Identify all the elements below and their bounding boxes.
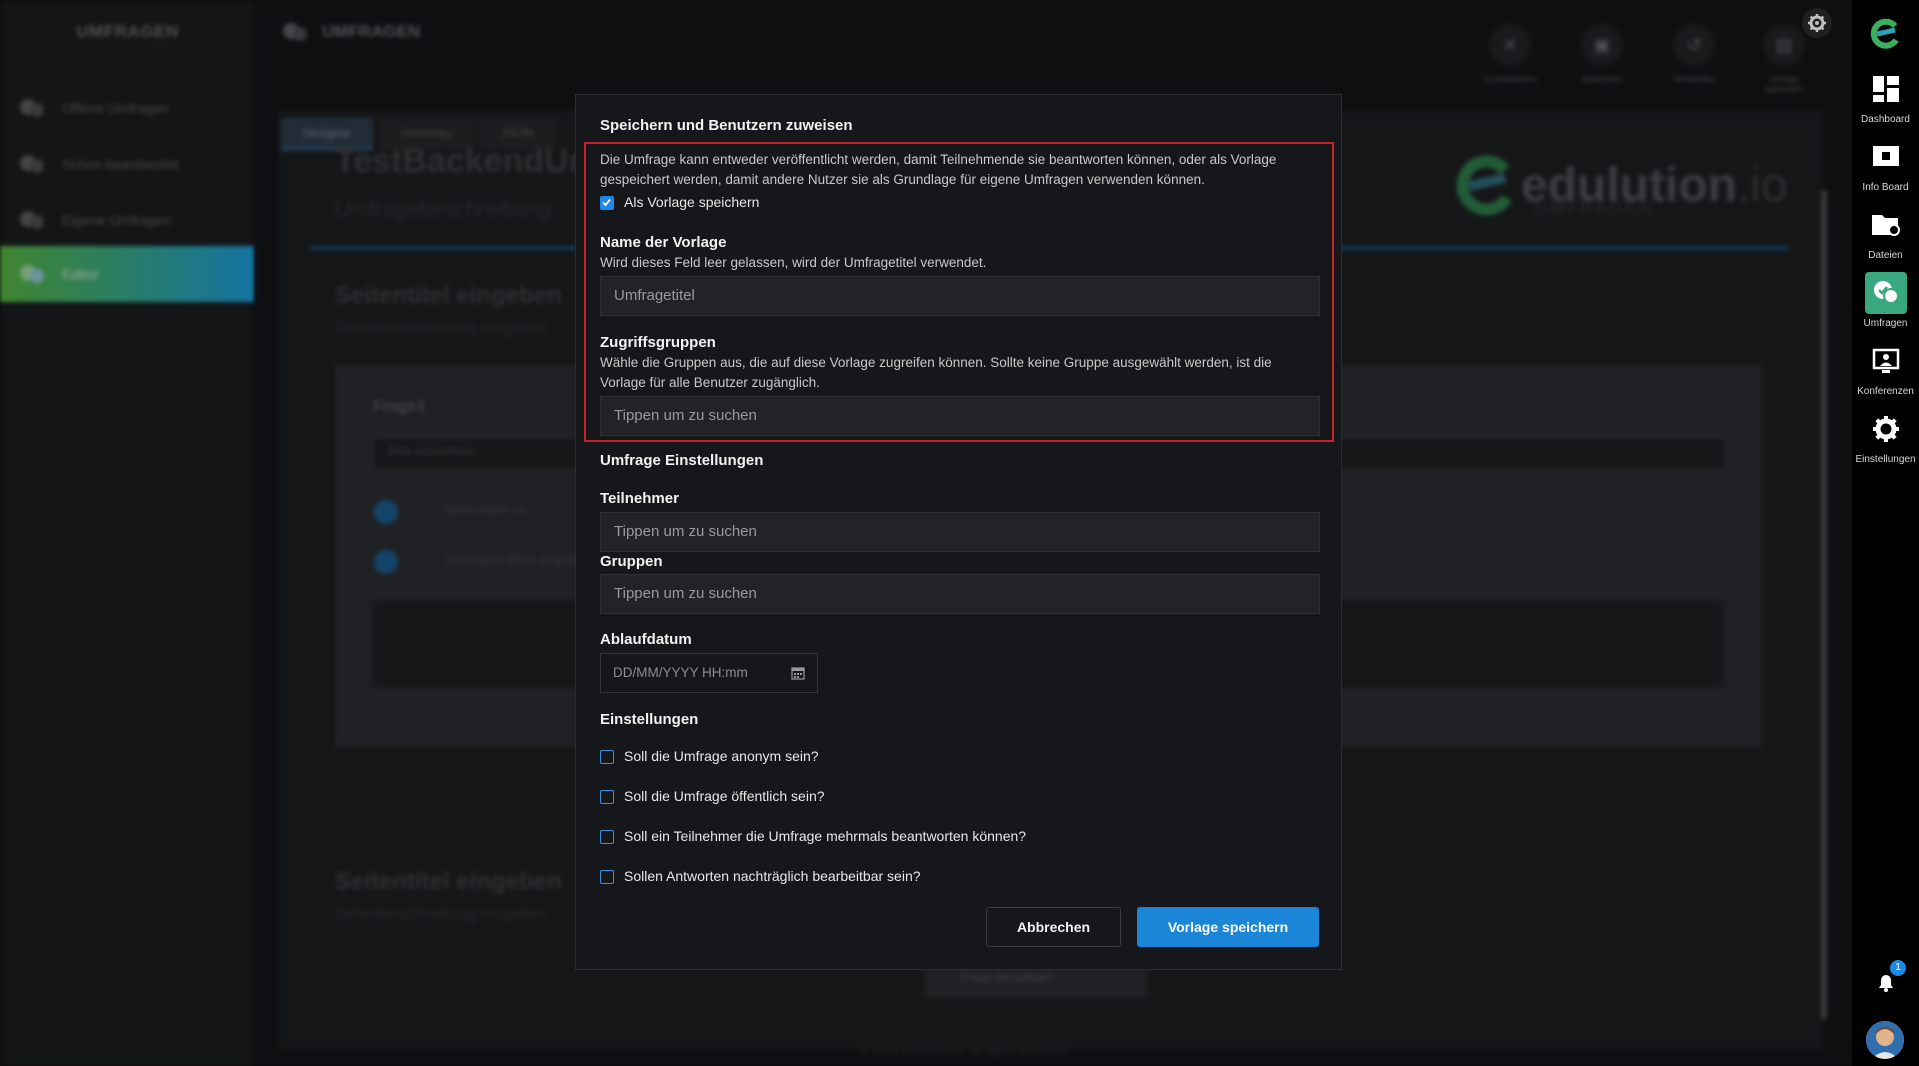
edulution-logo-icon[interactable] — [1870, 16, 1900, 55]
info-board-icon — [1865, 136, 1907, 178]
nav-files[interactable]: Dateien — [1852, 204, 1919, 261]
nav-label: Info Board — [1862, 182, 1909, 193]
multiple-answers-label: Soll ein Teilnehmer die Umfrage mehrmals… — [624, 828, 1027, 844]
gear-icon — [1865, 408, 1907, 450]
nav-label: Dateien — [1868, 250, 1903, 261]
expiry-placeholder: DD/MM/YYYY HH:mm — [613, 665, 748, 680]
template-name-hint: Wird dieses Feld leer gelassen, wird der… — [600, 255, 987, 270]
save-as-template-checkbox[interactable] — [600, 196, 614, 210]
surveys-icon — [1864, 272, 1907, 314]
notification-badge: 1 — [1890, 960, 1906, 976]
nav-label: Einstellungen — [1855, 454, 1916, 465]
template-name-label: Name der Vorlage — [600, 234, 727, 251]
participants-input[interactable]: Tippen um zu suchen — [600, 512, 1320, 552]
nav-label: Konferenzen — [1857, 386, 1914, 397]
calendar-icon[interactable] — [791, 666, 805, 680]
access-groups-hint: Wähle die Gruppen aus, die auf diese Vor… — [600, 355, 1272, 390]
nav-label: Dashboard — [1861, 114, 1910, 125]
anonymous-checkbox[interactable] — [600, 750, 614, 764]
save-template-button[interactable]: Vorlage speichern — [1137, 907, 1319, 947]
conference-icon — [1865, 340, 1907, 382]
nav-info-board[interactable]: Info Board — [1852, 136, 1919, 193]
nav-settings[interactable]: Einstellungen — [1852, 408, 1919, 465]
editable-answers-checkbox[interactable] — [600, 870, 614, 884]
cancel-button[interactable]: Abbrechen — [986, 907, 1121, 947]
save-assign-dialog: Speichern und Benutzern zuweisen Die Umf… — [575, 94, 1342, 970]
folder-icon — [1865, 204, 1907, 246]
avatar[interactable] — [1866, 1021, 1904, 1059]
public-label: Soll die Umfrage öffentlich sein? — [624, 788, 825, 804]
editable-answers-label: Sollen Antworten nachträglich bearbeitba… — [624, 868, 921, 884]
multiple-answers-checkbox[interactable] — [600, 830, 614, 844]
access-groups-label: Zugriffsgruppen — [600, 334, 716, 351]
right-sidebar: Dashboard Info Board Dateien Umfragen Ko… — [1852, 0, 1919, 1066]
nav-label: Umfragen — [1863, 318, 1908, 329]
dialog-title: Speichern und Benutzern zuweisen — [600, 117, 853, 134]
groups-label: Gruppen — [600, 553, 663, 570]
save-as-template-label: Als Vorlage speichern — [624, 194, 760, 210]
participants-label: Teilnehmer — [600, 490, 679, 507]
expiry-date-input[interactable]: DD/MM/YYYY HH:mm — [600, 653, 818, 693]
check-icon — [602, 198, 611, 207]
template-name-input[interactable]: Umfragetitel — [600, 276, 1320, 316]
access-groups-input[interactable]: Tippen um zu suchen — [600, 396, 1320, 436]
nav-conferences[interactable]: Konferenzen — [1852, 340, 1919, 397]
expiry-label: Ablaufdatum — [600, 631, 692, 648]
nav-surveys[interactable]: Umfragen — [1852, 272, 1919, 329]
groups-input[interactable]: Tippen um zu suchen — [600, 574, 1320, 614]
dialog-intro-text: Die Umfrage kann entweder veröffentlicht… — [600, 152, 1277, 187]
anonymous-label: Soll die Umfrage anonym sein? — [624, 748, 819, 764]
settings-heading: Einstellungen — [600, 711, 699, 728]
public-checkbox[interactable] — [600, 790, 614, 804]
survey-settings-heading: Umfrage Einstellungen — [600, 452, 764, 469]
nav-dashboard[interactable]: Dashboard — [1852, 68, 1919, 125]
dashboard-icon — [1865, 68, 1907, 110]
